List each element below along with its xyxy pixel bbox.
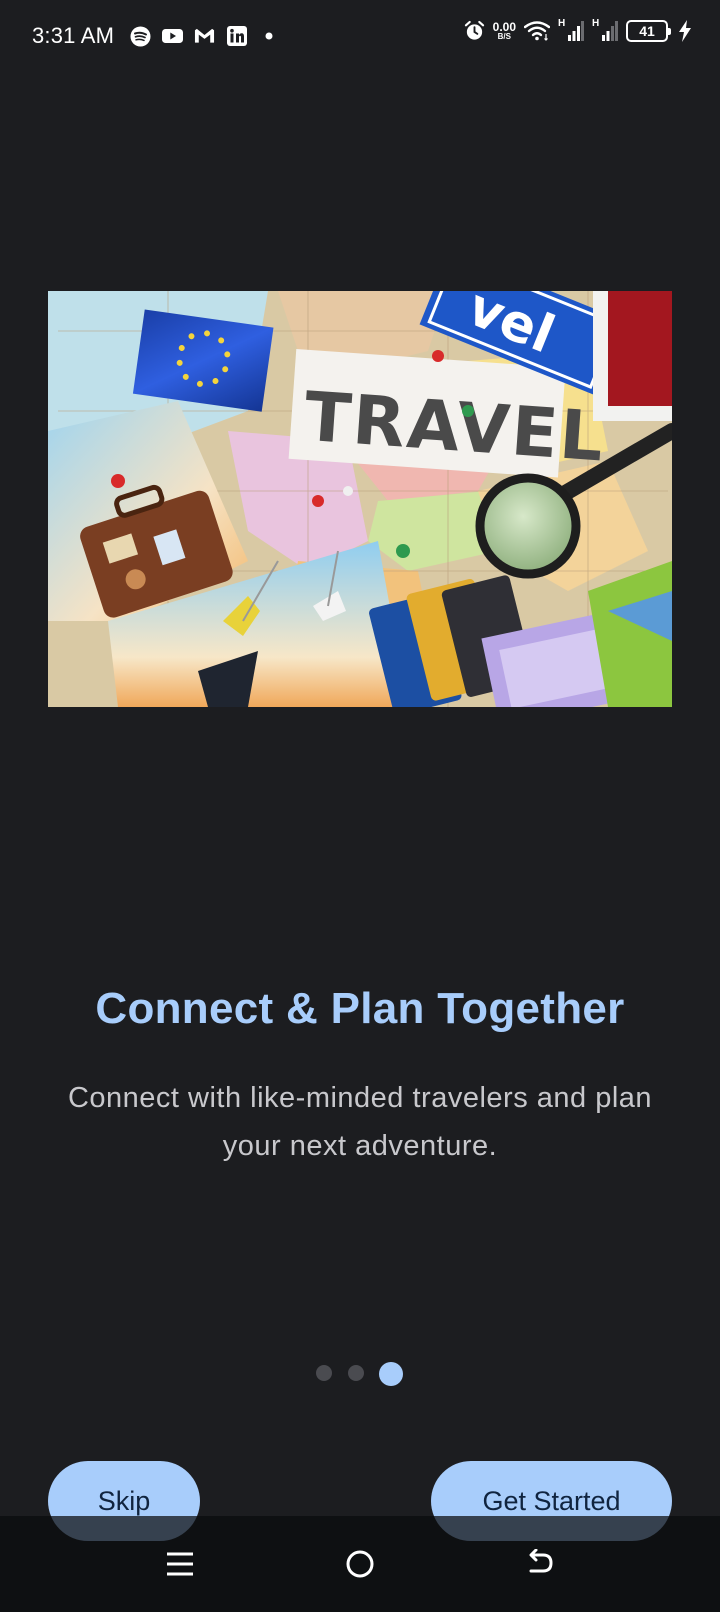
system-nav-bar [0,1516,720,1612]
status-time: 3:31 AM [32,23,115,48]
battery-icon: 41 [626,20,671,42]
notification-icons [130,26,279,47]
page-dot-3-active[interactable] [379,1362,403,1386]
network-speed-unit: B/S [497,32,511,41]
back-icon[interactable] [520,1544,560,1584]
charging-icon [678,20,692,42]
dot-icon [258,26,279,47]
page-dot-2[interactable] [348,1365,364,1381]
onboarding-title: Connect & Plan Together [95,984,625,1033]
battery-level: 41 [639,23,655,39]
menu-icon[interactable] [160,1544,200,1584]
status-bar: 3:31 AM 0.00 B/S H H 41 [0,0,720,72]
travel-collage-image: TRAVEL vel [48,291,672,707]
alarm-icon [464,20,485,42]
spotify-icon [130,26,151,47]
system-status-icons: 0.00 B/S H H 41 [464,18,692,42]
page-dot-1[interactable] [316,1365,332,1381]
page-indicator [0,1362,720,1392]
youtube-icon [162,26,184,47]
network-speed: 0.00 B/S [493,21,516,41]
signal-icon: H [558,18,584,42]
linkedin-icon [226,26,247,47]
home-icon[interactable] [340,1544,380,1584]
wifi-icon [524,21,550,42]
onboarding-subtitle: Connect with like-minded travelers and p… [67,1082,653,1162]
signal-icon: H [592,18,618,42]
gmail-icon [194,26,215,47]
